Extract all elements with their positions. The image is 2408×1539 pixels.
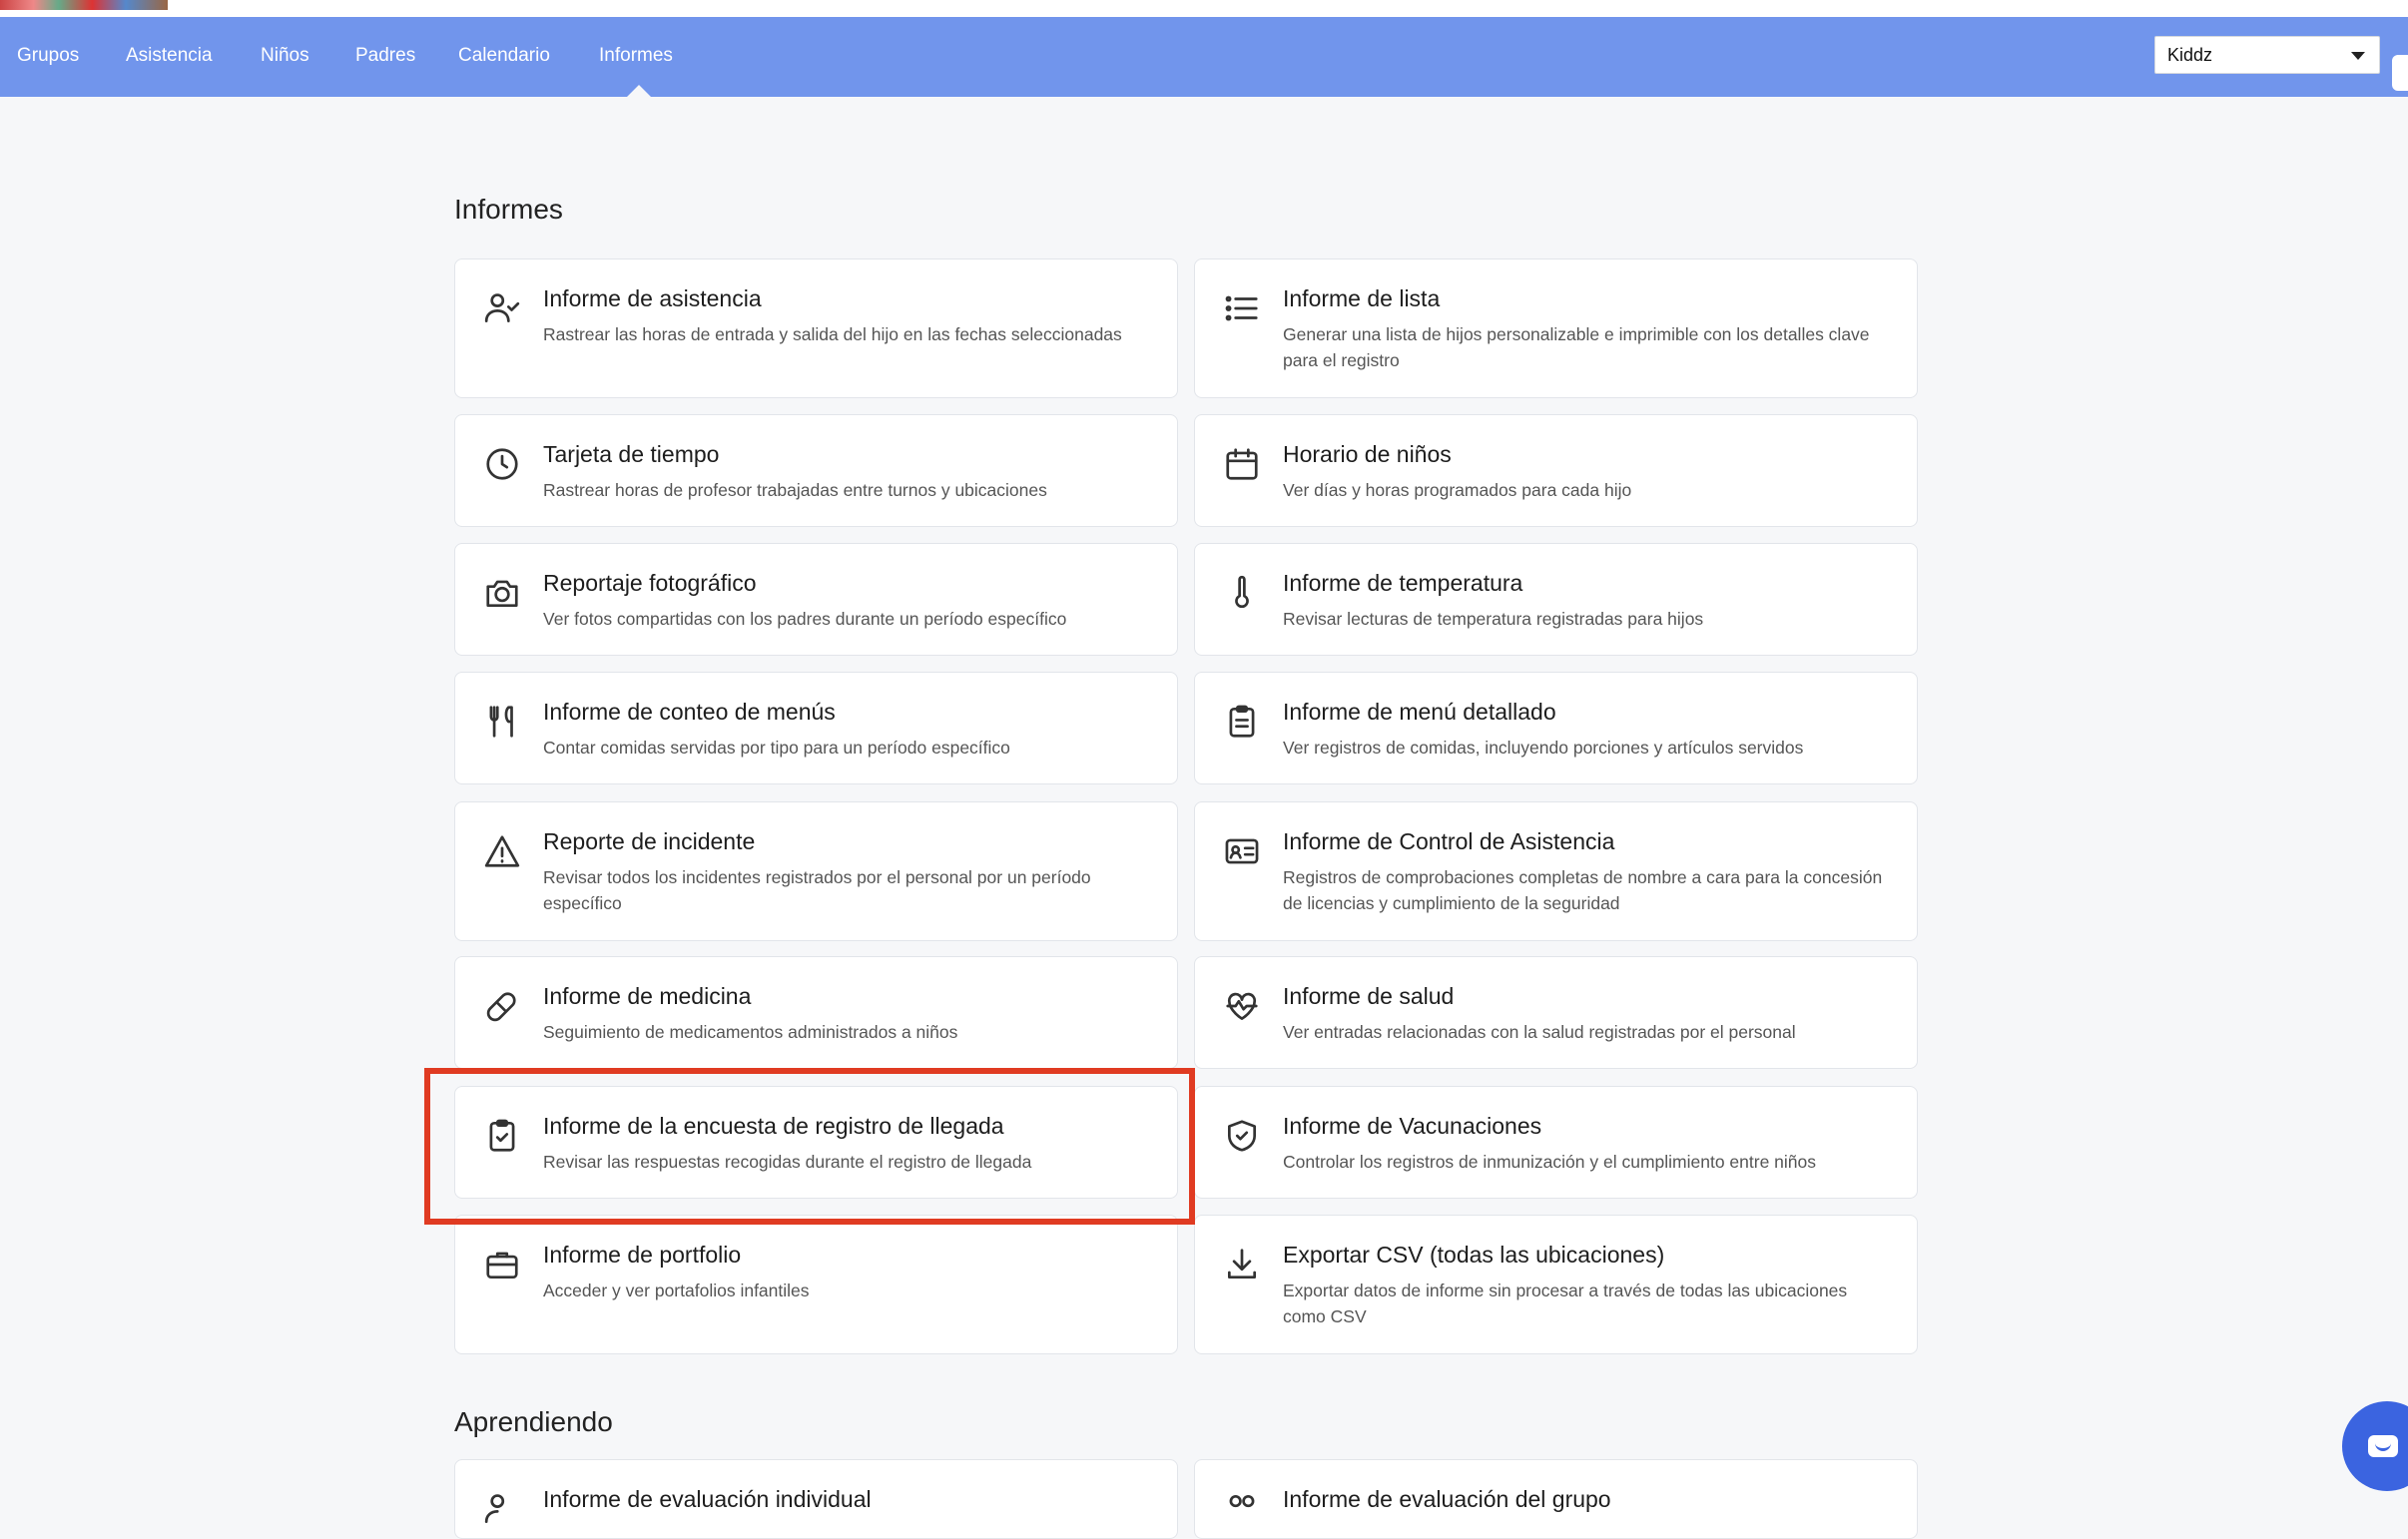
nav-padres[interactable]: Padres (355, 17, 415, 97)
report-card-encuesta-registro-llegada[interactable]: Informe de la encuesta de registro de ll… (454, 1086, 1178, 1199)
active-nav-indicator (627, 85, 651, 97)
card-title: Tarjeta de tiempo (543, 441, 720, 467)
main-nav: Grupos Asistencia Niños Padres Calendari… (0, 17, 2408, 97)
shield-check-icon (1223, 1117, 1261, 1155)
card-description: Generar una lista de hijos personalizabl… (1283, 324, 1870, 370)
list-icon (1223, 289, 1261, 327)
user-chart-icon (483, 1490, 521, 1528)
download-icon (1223, 1246, 1261, 1283)
report-card-menu-detallado[interactable]: Informe de menú detallado Ver registros … (1194, 672, 1918, 784)
user-check-icon (483, 289, 521, 327)
chat-bubble-icon (2368, 1435, 2398, 1457)
top-strip (0, 0, 2408, 17)
report-card-reportaje-fotografico[interactable]: Reportaje fotográfico Ver fotos comparti… (454, 543, 1178, 656)
card-title: Informe de Vacunaciones (1283, 1113, 1542, 1139)
warning-icon (483, 832, 521, 870)
reports-section-title: Informes (454, 194, 563, 225)
learning-card-evaluacion-grupo[interactable]: Informe de evaluación del grupo (1194, 1459, 1918, 1539)
group-chart-icon (1223, 1490, 1261, 1528)
card-description: Registros de comprobaciones completas de… (1283, 867, 1883, 913)
report-card-medicina[interactable]: Informe de medicina Seguimiento de medic… (454, 956, 1178, 1069)
card-description: Rastrear las horas de entrada y salida d… (543, 324, 1122, 344)
report-card-exportar-csv[interactable]: Exportar CSV (todas las ubicaciones) Exp… (1194, 1215, 1918, 1354)
chevron-down-icon (2351, 52, 2365, 60)
extension-icon[interactable] (2392, 55, 2408, 91)
card-title: Informe de evaluación individual (543, 1486, 872, 1512)
nav-asistencia[interactable]: Asistencia (126, 17, 213, 97)
card-title: Informe de conteo de menús (543, 699, 836, 725)
card-title: Informe de medicina (543, 983, 752, 1009)
report-card-incidente[interactable]: Reporte de incidente Revisar todos los i… (454, 801, 1178, 941)
report-card-conteo-menus[interactable]: Informe de conteo de menús Contar comida… (454, 672, 1178, 784)
report-card-lista[interactable]: Informe de lista Generar una lista de hi… (1194, 258, 1918, 398)
card-description: Rastrear horas de profesor trabajadas en… (543, 480, 1047, 500)
nav-ninos[interactable]: Niños (261, 17, 309, 97)
learning-card-evaluacion-individual[interactable]: Informe de evaluación individual (454, 1459, 1178, 1539)
card-title: Informe de la encuesta de registro de ll… (543, 1113, 1004, 1139)
clock-icon (483, 445, 521, 483)
report-card-portfolio[interactable]: Informe de portfolio Acceder y ver porta… (454, 1215, 1178, 1354)
card-description: Controlar los registros de inmunización … (1283, 1152, 1816, 1172)
report-card-asistencia[interactable]: Informe de asistencia Rastrear las horas… (454, 258, 1178, 398)
card-description: Seguimiento de medicamentos administrado… (543, 1022, 958, 1042)
location-select-value: Kiddz (2167, 45, 2213, 65)
card-title: Informe de Control de Asistencia (1283, 828, 1615, 854)
id-card-icon (1223, 832, 1261, 870)
card-description: Ver entradas relacionadas con la salud r… (1283, 1022, 1796, 1042)
card-description: Revisar todos los incidentes registrados… (543, 867, 1091, 913)
clipboard-check-icon (483, 1117, 521, 1155)
heart-pulse-icon (1223, 987, 1261, 1025)
thermometer-icon (1223, 574, 1261, 612)
report-card-salud[interactable]: Informe de salud Ver entradas relacionad… (1194, 956, 1918, 1069)
learning-section-title: Aprendiendo (454, 1406, 613, 1437)
report-card-control-asistencia[interactable]: Informe de Control de Asistencia Registr… (1194, 801, 1918, 941)
location-select[interactable]: Kiddz (2154, 36, 2380, 74)
chat-launcher-button[interactable] (2342, 1401, 2408, 1491)
camera-icon (483, 574, 521, 612)
pill-icon (483, 987, 521, 1025)
report-card-tarjeta-tiempo[interactable]: Tarjeta de tiempo Rastrear horas de prof… (454, 414, 1178, 527)
card-title: Horario de niños (1283, 441, 1452, 467)
nav-grupos[interactable]: Grupos (17, 17, 79, 97)
card-description: Exportar datos de informe sin procesar a… (1283, 1281, 1848, 1326)
card-title: Informe de temperatura (1283, 570, 1523, 596)
card-description: Ver días y horas programados para cada h… (1283, 480, 1632, 500)
card-description: Contar comidas servidas por tipo para un… (543, 738, 1010, 758)
card-description: Revisar las respuestas recogidas durante… (543, 1152, 1032, 1172)
card-description: Acceder y ver portafolios infantiles (543, 1281, 810, 1300)
card-description: Revisar lecturas de temperatura registra… (1283, 609, 1704, 629)
card-title: Informe de salud (1283, 983, 1455, 1009)
calendar-icon (1223, 445, 1261, 483)
card-title: Reporte de incidente (543, 828, 756, 854)
card-title: Informe de evaluación del grupo (1283, 1486, 1611, 1512)
brand-thumbnail[interactable] (0, 0, 168, 10)
report-card-temperatura[interactable]: Informe de temperatura Revisar lecturas … (1194, 543, 1918, 656)
utensils-icon (483, 703, 521, 741)
card-title: Reportaje fotográfico (543, 570, 757, 596)
card-title: Informe de portfolio (543, 1242, 742, 1268)
card-title: Informe de lista (1283, 285, 1441, 311)
card-title: Exportar CSV (todas las ubicaciones) (1283, 1242, 1665, 1268)
report-card-vacunaciones[interactable]: Informe de Vacunaciones Controlar los re… (1194, 1086, 1918, 1199)
card-title: Informe de menú detallado (1283, 699, 1556, 725)
nav-calendario[interactable]: Calendario (458, 17, 550, 97)
card-description: Ver registros de comidas, incluyendo por… (1283, 738, 1804, 758)
clipboard-icon (1223, 703, 1261, 741)
card-title: Informe de asistencia (543, 285, 762, 311)
report-card-horario-ninos[interactable]: Horario de niños Ver días y horas progra… (1194, 414, 1918, 527)
card-description: Ver fotos compartidas con los padres dur… (543, 609, 1067, 629)
briefcase-icon (483, 1246, 521, 1283)
